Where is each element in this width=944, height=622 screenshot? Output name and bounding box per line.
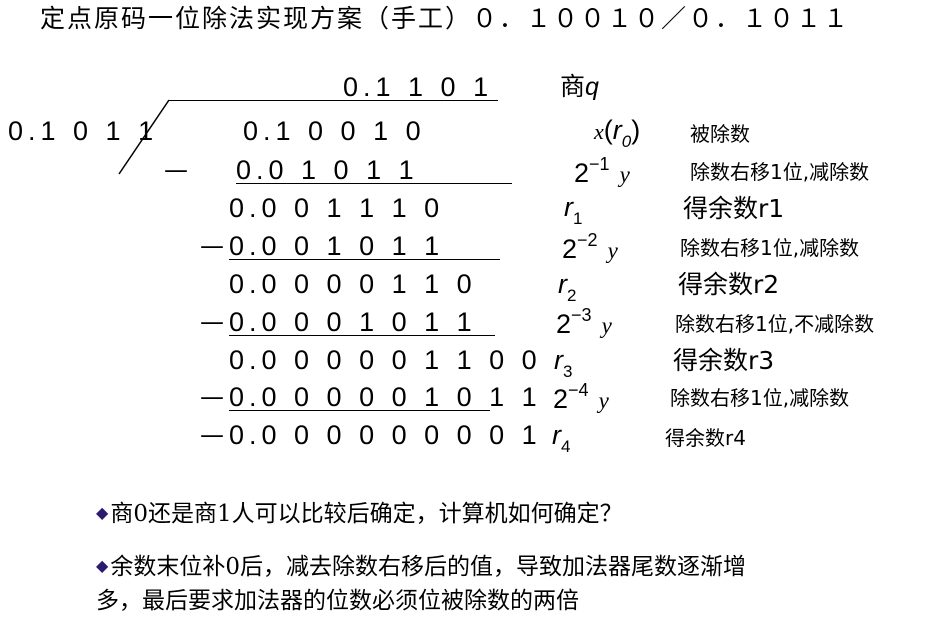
bullet-item: ◆余数末位补0后，减去除数右移后的值，导致加法器尾数逐渐增	[96, 554, 746, 580]
shift-symbol: 2−1 y	[574, 154, 630, 188]
subtraction-rule	[236, 183, 512, 184]
shift-symbol: 2−2 y	[562, 230, 618, 264]
page-title: 定点原码一位除法实现方案（手工）０．１００１０／０．１０１１	[40, 4, 851, 33]
remainder-note: 得余数r4	[665, 426, 746, 450]
step-note: 除数右移1位,减除数	[670, 386, 850, 410]
diamond-icon: ◆	[96, 556, 109, 575]
quotient-label: 商q	[560, 72, 599, 101]
minus-sign: —	[164, 156, 188, 184]
remainder-note: 得余数r3	[673, 346, 775, 375]
remainder-symbol: r2	[558, 269, 577, 305]
shift-symbol: 2−3 y	[556, 305, 612, 339]
subtraction-rule	[229, 410, 490, 411]
shifted-divisor-digits: 0.0 0 0 1 0 1 1	[229, 307, 477, 337]
remainder-symbol: r1	[564, 192, 583, 228]
step-note: 除数右移1位,减除数	[680, 236, 860, 260]
subtraction-rule	[229, 259, 500, 260]
remainder-symbol: r4	[552, 420, 571, 456]
remainder-note: 得余数r1	[683, 194, 785, 223]
bullet-item: ◆商0还是商1人可以比较后确定，计算机如何确定？	[96, 501, 623, 527]
step-note: 除数右移1位,不减除数	[675, 312, 875, 336]
remainder-note: 得余数r2	[678, 270, 780, 299]
remainder-digits: 0.0 0 0 0 0 0 0 0 1	[229, 420, 542, 450]
minus-sign: —	[200, 383, 224, 411]
shifted-divisor-digits: 0.0 1 0 1 1	[236, 155, 419, 185]
subtraction-rule	[229, 335, 495, 336]
step-note: 除数右移1位,减除数	[690, 160, 870, 184]
minus-sign: —	[200, 232, 224, 260]
shift-symbol: 2−4 y	[553, 380, 609, 414]
quotient-rule	[168, 100, 498, 101]
remainder-digits: 0.0 0 1 1 1 0	[229, 193, 445, 223]
shifted-divisor-digits: 0.0 0 0 0 0 1 0 1 1	[229, 382, 542, 412]
diamond-icon: ◆	[96, 503, 109, 522]
remainder-digits: 0.0 0 0 0 1 1 0	[229, 269, 477, 299]
remainder-symbol: r3	[554, 345, 573, 381]
minus-sign: —	[200, 308, 224, 336]
dividend-note: 被除数	[690, 122, 750, 146]
quotient-digits: 0.1 1 0 1	[343, 72, 494, 102]
minus-sign: —	[200, 421, 224, 449]
dividend-digits: 0.1 0 0 1 0	[243, 116, 426, 146]
remainder-digits: 0.0 0 0 0 0 1 1 0 0	[229, 345, 542, 375]
dividend-symbol: x(r0)	[594, 115, 641, 151]
shifted-divisor-digits: 0.0 0 1 0 1 1	[229, 231, 445, 261]
bullet-continuation: 多，最后要求加法器的位数必须位被除数的两倍	[96, 588, 579, 614]
